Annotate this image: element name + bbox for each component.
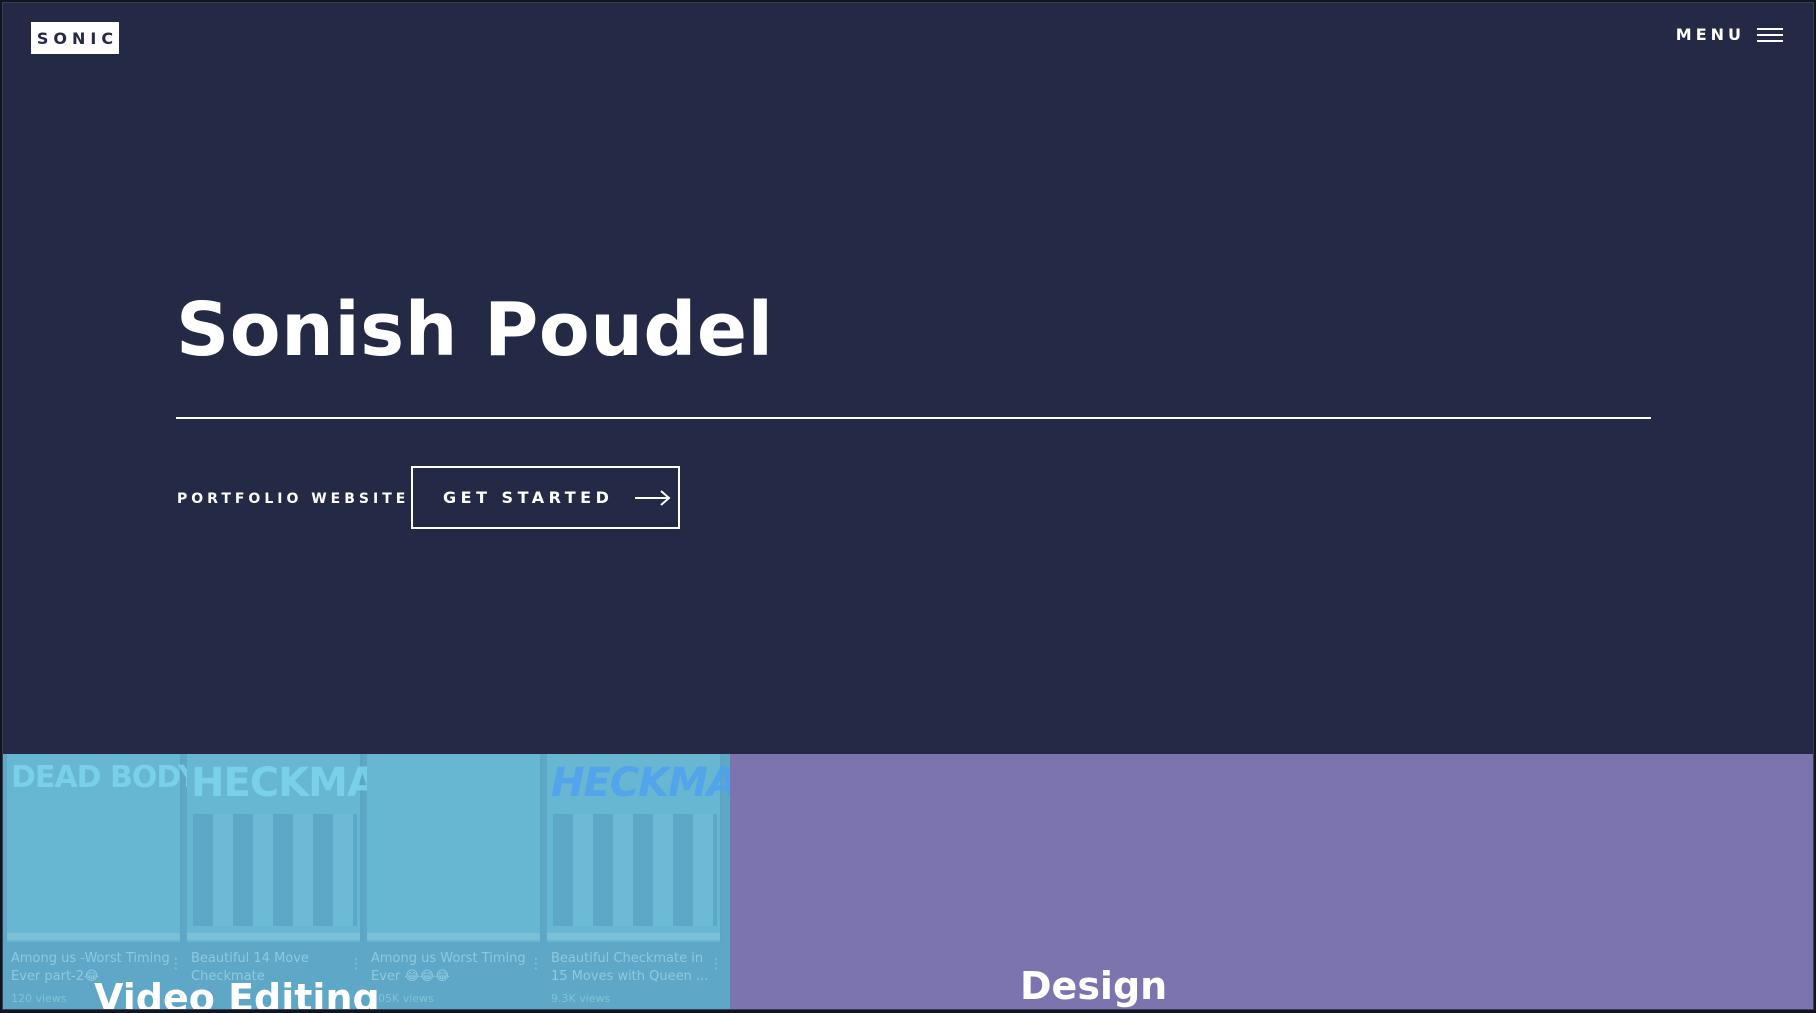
menu-label: MENU bbox=[1675, 25, 1745, 44]
video-caption: Beautiful Checkmate in 15 Moves with Que… bbox=[551, 951, 709, 984]
design-label: Design bbox=[1020, 964, 1168, 1008]
video-editing-panel[interactable]: DEAD BODY HECKMA HECKMA Among us -Worst … bbox=[3, 754, 730, 1010]
video-thumbnail: DEAD BODY bbox=[7, 754, 200, 942]
hero-tagline: PORTFOLIO WEBSITE bbox=[177, 491, 410, 507]
more-options-icon: ⋮ bbox=[169, 956, 183, 972]
thumbnail-title-art: DEAD BODY bbox=[11, 760, 200, 795]
video-views: 120 views bbox=[11, 992, 67, 1005]
video-caption: Among us Worst Timing Ever 😂😂😂 bbox=[371, 951, 526, 984]
thumbnail-progress-bar bbox=[7, 933, 180, 940]
hero-divider bbox=[176, 417, 1651, 419]
hamburger-icon bbox=[1757, 27, 1783, 42]
more-options-icon: ⋮ bbox=[349, 956, 363, 972]
video-thumbnail: HECKMA bbox=[187, 754, 378, 942]
video-thumbnail: HECKMA bbox=[547, 754, 730, 942]
thumbnail-progress-bar bbox=[547, 933, 720, 940]
get-started-button[interactable]: GET STARTED bbox=[411, 466, 680, 529]
video-editing-label: Video Editing bbox=[94, 976, 380, 1010]
chessboard-image bbox=[193, 814, 357, 926]
chessboard-image bbox=[553, 814, 717, 926]
more-options-icon: ⋮ bbox=[529, 956, 543, 972]
arrow-right-icon bbox=[635, 489, 671, 506]
thumbnail-progress-bar bbox=[187, 933, 360, 940]
thumbnail-progress-bar bbox=[367, 933, 540, 940]
hero-title: Sonish Poudel bbox=[176, 287, 774, 373]
design-panel[interactable]: Design bbox=[730, 754, 1813, 1009]
more-options-icon: ⋮ bbox=[709, 956, 723, 972]
page-frame: SONIC MENU Sonish Poudel PORTFOLIO WEBSI… bbox=[2, 2, 1814, 1010]
menu-button[interactable]: MENU bbox=[1676, 25, 1783, 44]
video-views: 105K views bbox=[371, 992, 434, 1005]
video-views: 9.3K views bbox=[551, 992, 611, 1005]
thumbnail-title-art: HECKMA bbox=[551, 760, 730, 806]
site-logo[interactable]: SONIC bbox=[31, 22, 119, 54]
get-started-label: GET STARTED bbox=[443, 488, 614, 507]
thumbnail-title-art: HECKMA bbox=[191, 760, 378, 806]
video-thumbnail bbox=[367, 754, 543, 942]
